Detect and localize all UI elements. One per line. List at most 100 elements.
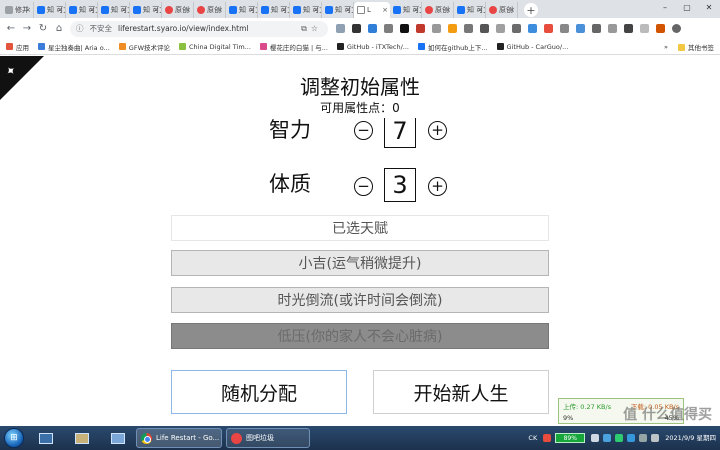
bookmark-item[interactable]: 星尘独奏曲| Aria o... (38, 42, 110, 52)
tab-close-icon[interactable]: × (345, 6, 351, 14)
start-new-life-button[interactable]: 开始新人生 (373, 370, 549, 414)
network-icon[interactable] (639, 434, 648, 442)
taskbar-chrome-task[interactable]: Life Restart - Go... (136, 428, 222, 448)
extension-icon[interactable] (336, 24, 345, 33)
browser-tab[interactable]: 原创 × (194, 2, 226, 18)
browser-tab[interactable]: 原创 × (422, 2, 454, 18)
tab-close-icon[interactable]: × (445, 6, 451, 14)
tab-close-icon[interactable]: × (25, 6, 31, 14)
tab-close-icon[interactable]: × (313, 6, 319, 14)
tab-close-icon[interactable]: × (509, 6, 515, 14)
taskbar-tieba-task[interactable]: 图吧垃圾 (226, 428, 310, 448)
minus-button[interactable]: − (354, 177, 373, 196)
browser-tab[interactable]: 原创 × (162, 2, 194, 18)
browser-tab[interactable]: 修并 × (2, 2, 34, 18)
extension-icon[interactable] (416, 24, 425, 33)
address-bar[interactable]: ⓘ 不安全 liferestart.syaro.io/view/index.ht… (70, 20, 328, 37)
extension-icon[interactable] (608, 24, 617, 33)
home-icon[interactable]: ⌂ (52, 22, 66, 36)
browser-tab[interactable]: 知 可文× (34, 2, 66, 18)
desktop-icon[interactable] (32, 428, 60, 448)
reload-icon[interactable]: ↻ (36, 22, 50, 36)
tab-close-icon[interactable]: × (477, 6, 483, 14)
bookmark-item[interactable]: 樱花庄的白猫 | 与... (259, 42, 328, 52)
tab-close-icon[interactable]: × (281, 6, 287, 14)
tray-icon[interactable] (591, 434, 600, 442)
attribute-value[interactable]: 7 (384, 118, 416, 148)
minimize-icon[interactable]: – (654, 0, 676, 14)
ime-indicator[interactable]: CK (528, 434, 537, 442)
tab-close-icon[interactable]: × (413, 6, 419, 14)
sogou-icon[interactable] (543, 434, 552, 442)
browser-tab[interactable]: 知 可文× (322, 2, 354, 18)
tab-close-icon[interactable]: × (217, 6, 223, 14)
new-tab-button[interactable]: + (524, 3, 538, 17)
talent-item[interactable]: 时光倒流(或许时间会倒流) (171, 287, 549, 313)
random-allocate-button[interactable]: 随机分配 (171, 370, 347, 414)
bookmark-item[interactable]: 应用 (6, 42, 29, 52)
attribute-value[interactable]: 3 (384, 168, 416, 202)
plus-button[interactable]: + (428, 121, 447, 140)
extension-icon[interactable] (496, 24, 505, 33)
browser-tab[interactable]: 知 可文× (390, 2, 422, 18)
bookmark-item[interactable]: China Digital Tim... (179, 43, 251, 51)
battery-indicator[interactable]: 89% (555, 433, 586, 443)
browser-tab[interactable]: 知 可文× (258, 2, 290, 18)
talent-item[interactable]: 小吉(运气稍微提升) (171, 250, 549, 276)
tray-icon[interactable] (627, 434, 636, 442)
back-icon[interactable]: ← (4, 22, 18, 36)
tab-close-icon[interactable]: × (249, 6, 255, 14)
extension-icon[interactable] (352, 24, 361, 33)
extension-icon[interactable] (624, 24, 633, 33)
extension-icon[interactable] (384, 24, 393, 33)
bookmark-item[interactable]: GitHub - iTXTech/... (336, 43, 409, 51)
browser-tab[interactable]: 知 可文× (454, 2, 486, 18)
extension-icon[interactable] (480, 24, 489, 33)
extension-icon[interactable] (640, 24, 649, 33)
other-bookmarks[interactable]: 其他书签 (688, 42, 714, 52)
forward-icon[interactable]: → (20, 22, 34, 36)
browser-tab-active[interactable]: L × (354, 2, 390, 18)
tab-close-icon[interactable]: × (89, 6, 95, 14)
browser-tab[interactable]: 原创 × (486, 2, 518, 18)
tab-close-icon[interactable]: × (57, 6, 63, 14)
extension-icon[interactable] (592, 24, 601, 33)
tab-close-icon[interactable]: × (121, 6, 127, 14)
browser-tab[interactable]: 知 可文× (130, 2, 162, 18)
browser-tab[interactable]: 知 可文× (290, 2, 322, 18)
extension-icon[interactable] (576, 24, 585, 33)
extension-icon[interactable] (528, 24, 537, 33)
talent-item[interactable]: 低压(你的家人不会心脏病) (171, 323, 549, 349)
plus-button[interactable]: + (428, 177, 447, 196)
computer-icon[interactable] (104, 428, 132, 448)
minus-button[interactable]: − (354, 121, 373, 140)
tray-icon[interactable] (603, 434, 612, 442)
extension-icon[interactable] (544, 24, 553, 33)
bookmark-star-icon[interactable]: ⧉☆ (301, 24, 322, 34)
wechat-icon[interactable] (615, 434, 624, 442)
profile-avatar[interactable] (656, 24, 665, 33)
extension-icon[interactable] (560, 24, 569, 33)
extension-icon[interactable] (368, 24, 377, 33)
tab-close-icon[interactable]: × (185, 6, 191, 14)
close-icon[interactable]: ✕ (698, 0, 720, 14)
bookmark-item[interactable]: GFW技术评论 (118, 42, 170, 52)
extension-icon[interactable] (448, 24, 457, 33)
bookmark-item[interactable]: 如何在github上下... (418, 42, 488, 52)
menu-icon[interactable] (672, 24, 681, 33)
bookmarks-more-icon[interactable]: » (664, 43, 668, 51)
extension-icon[interactable] (464, 24, 473, 33)
system-clock[interactable]: 2021/9/9 星期四 (665, 434, 716, 443)
start-button[interactable]: ⊞ (4, 428, 24, 448)
tab-close-icon[interactable]: × (382, 6, 388, 14)
extension-icon[interactable] (512, 24, 521, 33)
browser-tab[interactable]: 知 可文× (98, 2, 130, 18)
explorer-icon[interactable] (68, 428, 96, 448)
maximize-icon[interactable]: ▢ (676, 0, 698, 14)
extension-icon[interactable] (400, 24, 409, 33)
extension-icon[interactable] (432, 24, 441, 33)
bookmark-item[interactable]: GitHub - CarGuo/... (496, 43, 568, 51)
browser-tab[interactable]: 知 可文× (66, 2, 98, 18)
attribute-list[interactable]: 智力 − 7 + 体质 − 3 + (250, 118, 480, 202)
tab-close-icon[interactable]: × (153, 6, 159, 14)
